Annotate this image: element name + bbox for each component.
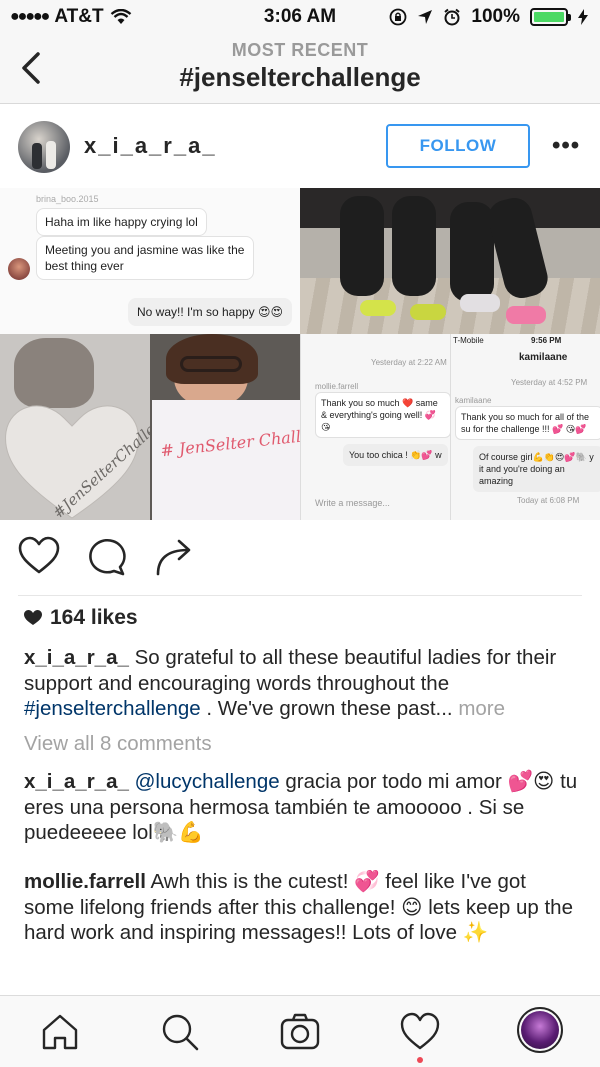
chat-bubble: Thank you so much for all of the su for … xyxy=(455,406,600,440)
chat-timestamp: Yesterday at 2:22 AM xyxy=(371,358,447,367)
nav-header: MOST RECENT #jenselterchallenge xyxy=(0,34,600,104)
comment-username[interactable]: mollie.farrell xyxy=(24,870,146,893)
comment-bubble-icon[interactable] xyxy=(86,536,128,576)
caption: x_i_a_r_a_ So grateful to all these beau… xyxy=(24,645,580,722)
chat-title: kamilaane xyxy=(519,352,568,363)
follow-button[interactable]: FOLLOW xyxy=(386,124,530,168)
collage-photo-legs xyxy=(300,188,600,334)
camera-icon[interactable] xyxy=(280,1012,320,1052)
chat-timestamp: Yesterday at 4:52 PM xyxy=(511,378,588,387)
more-options-icon[interactable]: ••• xyxy=(552,134,580,158)
search-icon[interactable] xyxy=(160,1012,200,1052)
rotation-lock-icon xyxy=(389,8,407,26)
caption-username[interactable]: x_i_a_r_a_ xyxy=(24,646,129,669)
comment-mention[interactable]: @lucychallenge xyxy=(135,770,280,793)
alarm-icon xyxy=(444,8,461,26)
battery-percent: 100% xyxy=(471,6,520,27)
caption-text-2: . We've grown these past... xyxy=(206,697,453,720)
collage-chat-screenshot-1: brina_boo.2015 Haha im like happy crying… xyxy=(0,188,300,334)
view-all-comments-link[interactable]: View all 8 comments xyxy=(24,732,212,756)
comment-item: mollie.farrell Awh this is the cutest! 💞… xyxy=(24,869,580,946)
likes-count[interactable]: 164 likes xyxy=(24,606,138,630)
likes-label: 164 likes xyxy=(50,606,138,629)
chat-timestamp: Today at 6:08 PM xyxy=(517,496,580,505)
comment-username[interactable]: x_i_a_r_a_ xyxy=(24,770,129,793)
chat-bubble: Haha im like happy crying lol xyxy=(36,208,207,236)
chat-avatar xyxy=(8,258,30,280)
chat-bubble: You too chica ! 👏💕 w xyxy=(343,444,448,466)
chat-clock: 9:56 PM xyxy=(531,336,562,345)
likes-heart-icon xyxy=(24,610,42,625)
chat-sender: mollie.farrell xyxy=(315,382,359,391)
location-arrow-icon xyxy=(418,10,433,24)
page-title: #jenselterchallenge xyxy=(179,62,421,92)
chat-sender: kamilaane xyxy=(455,396,492,405)
activity-heart-icon[interactable] xyxy=(400,1012,440,1052)
notification-dot xyxy=(417,1057,423,1063)
chat-bubble: Of course girl💪👏😍💕🐘 y it and you're doin… xyxy=(473,446,600,492)
post-username[interactable]: x_i_a_r_a_ xyxy=(84,133,217,159)
profile-avatar[interactable] xyxy=(517,1007,563,1053)
collage-chat-screenshot-2: Yesterday at 2:22 AM mollie.farrell Than… xyxy=(300,334,450,520)
home-icon[interactable] xyxy=(40,1012,80,1052)
chat-carrier: T-Mobile xyxy=(453,336,484,345)
like-heart-icon[interactable] xyxy=(18,536,60,576)
caption-more-link[interactable]: more xyxy=(458,697,505,720)
collage-photo-paper-sign: # JenSelter Challenge xyxy=(150,334,300,520)
battery-icon xyxy=(530,8,571,26)
collage-photo-heart-sign: #JenSelterChallenge #Selfie? xyxy=(0,334,150,520)
chat-input-placeholder: Write a message... xyxy=(315,498,390,508)
chat-bubble: Thank you so much ❤️ same & everything's… xyxy=(315,392,450,438)
bottom-tab-bar xyxy=(0,995,600,1067)
chat-sender: brina_boo.2015 xyxy=(36,194,99,204)
charging-bolt-icon xyxy=(578,9,588,25)
caption-hashtag[interactable]: #jenselterchallenge xyxy=(24,697,201,720)
post-header: x_i_a_r_a_ FOLLOW ••• xyxy=(0,104,600,188)
comment-item: x_i_a_r_a_ @lucychallenge gracia por tod… xyxy=(24,769,580,846)
share-arrow-icon[interactable] xyxy=(154,536,196,576)
status-right: 100% xyxy=(389,6,588,28)
post-actions xyxy=(18,520,582,596)
chat-bubble: Meeting you and jasmine was like the bes… xyxy=(36,236,254,280)
nav-subtitle: MOST RECENT xyxy=(231,40,369,60)
user-avatar[interactable] xyxy=(18,121,70,173)
status-bar: ●●●●● AT&T 3:06 AM 100% xyxy=(0,0,600,34)
post-image[interactable]: brina_boo.2015 Haha im like happy crying… xyxy=(0,188,600,520)
collage-chat-screenshot-3: T-Mobile 9:56 PM kamilaane Yesterday at … xyxy=(450,334,600,520)
chat-bubble: No way!! I'm so happy 😍😍 xyxy=(128,298,293,326)
